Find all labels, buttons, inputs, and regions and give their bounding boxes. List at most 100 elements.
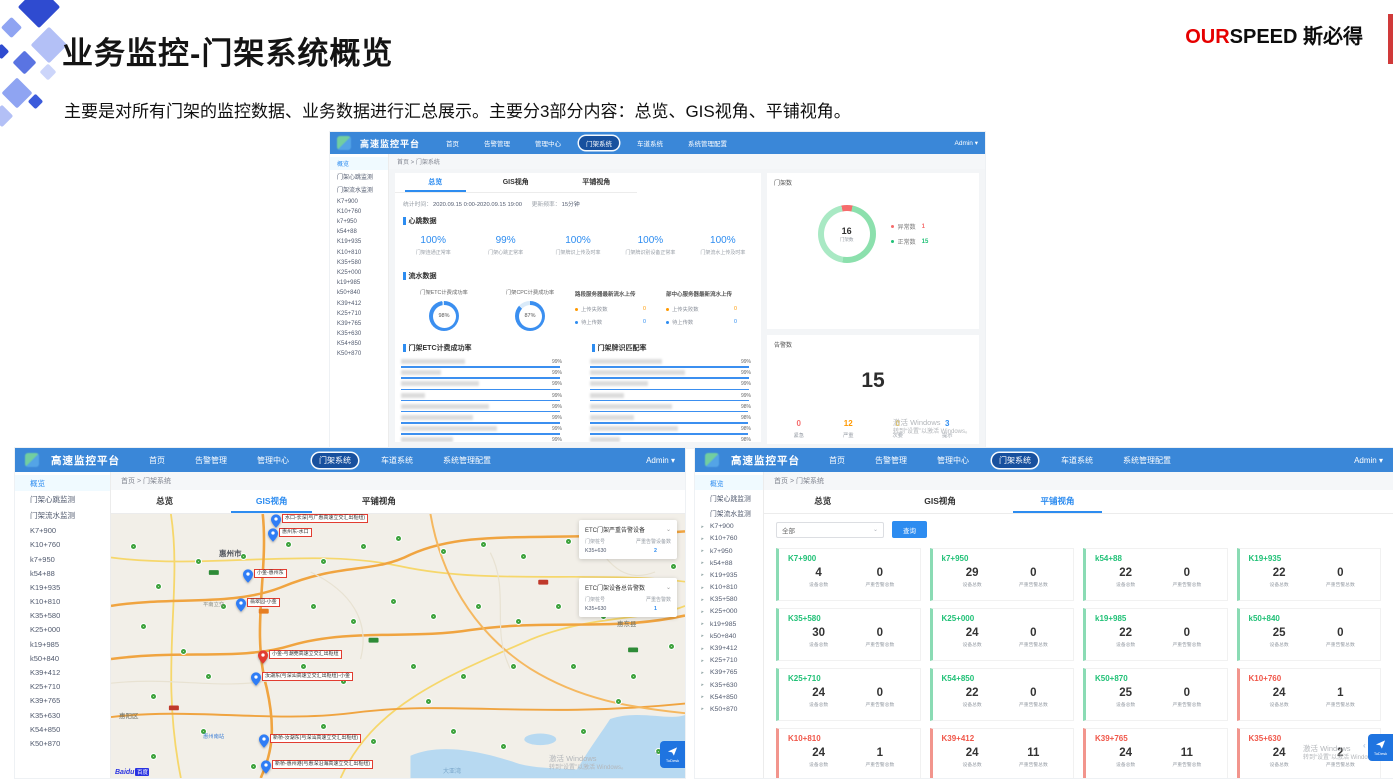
nav-item-门架系统[interactable]: 门架系统 (579, 136, 619, 150)
gantry-card-K10+760[interactable]: K10+76024设备总数1严重告警总数 (1237, 668, 1382, 721)
sidebar-item[interactable]: K35+580 (330, 258, 388, 268)
nav-item-系统管理配置[interactable]: 系统管理配置 (436, 453, 498, 468)
sidebar-item[interactable]: K54+850 (15, 722, 110, 736)
nav-item-系统管理配置[interactable]: 系统管理配置 (681, 136, 734, 150)
sidebar-item[interactable]: K25+710 (15, 680, 110, 694)
sidebar-item[interactable]: k54+88 (330, 227, 388, 237)
breadcrumb-home[interactable]: 首页 (774, 478, 788, 485)
gantry-pin-normal[interactable]: 惠州东-水口 (268, 528, 312, 542)
tab-平铺视角[interactable]: 平铺视角 (325, 490, 432, 513)
gantry-card-K39+765[interactable]: K39+76524设备总数11严重告警总数 (1083, 728, 1228, 778)
nav-item-管理中心[interactable]: 管理中心 (528, 136, 568, 150)
sidebar-item[interactable]: K25+710▸ (695, 655, 763, 667)
sidebar-item[interactable]: k19+985 (15, 637, 110, 651)
sidebar-item[interactable]: K19+935▸ (695, 569, 763, 581)
sidebar-item[interactable]: K10+810▸ (695, 582, 763, 594)
gantry-pin-normal[interactable]: 新桥-惠州港(与惠深沿海高速立交汇出枢纽) (261, 760, 373, 774)
sidebar-item[interactable]: K35+630▸ (695, 679, 763, 691)
gantry-card-K10+810[interactable]: K10+81024设备总数1严重告警总数 (776, 728, 921, 778)
gantry-card-K7+900[interactable]: K7+9004设备总数0严重告警总数 (776, 548, 921, 601)
sidebar-item[interactable]: k54+88 (15, 566, 110, 580)
sidebar-item[interactable]: K7+900 (15, 524, 110, 538)
admin-menu[interactable]: Admin ▾ (955, 139, 979, 147)
sidebar-item[interactable]: k7+950 (330, 217, 388, 227)
todesk-button[interactable]: ToDesk (660, 741, 685, 768)
gantry-pin-normal[interactable]: 小金-惠州东 (243, 569, 287, 583)
gantry-card-K25+000[interactable]: K25+00024设备总数0严重告警总数 (930, 608, 1075, 661)
chevron-down-icon[interactable]: ⌄ (666, 584, 671, 591)
sidebar-item[interactable]: K50+870 (330, 349, 388, 359)
sidebar-item[interactable]: k50+840 (330, 288, 388, 298)
nav-item-管理中心[interactable]: 管理中心 (250, 453, 296, 468)
nav-item-管理中心[interactable]: 管理中心 (930, 453, 976, 468)
gantry-card-K39+412[interactable]: K39+41224设备总数11严重告警总数 (930, 728, 1075, 778)
nav-item-车道系统[interactable]: 车道系统 (1054, 453, 1100, 468)
tab-平铺视角[interactable]: 平铺视角 (556, 173, 637, 192)
sidebar-item[interactable]: K10+760 (15, 538, 110, 552)
sidebar-item[interactable]: K54+850 (330, 339, 388, 349)
admin-menu[interactable]: Admin ▾ (1354, 456, 1383, 465)
gantry-card-k54+88[interactable]: k54+8822设备总数0严重告警总数 (1083, 548, 1228, 601)
gantry-card-K25+710[interactable]: K25+71024设备总数0严重告警总数 (776, 668, 921, 721)
tab-GIS视角[interactable]: GIS视角 (476, 173, 557, 192)
sidebar-item[interactable]: K39+412▸ (695, 642, 763, 654)
query-button[interactable]: 查询 (892, 521, 927, 538)
sidebar-item[interactable]: 门架流水监测 (15, 507, 110, 523)
sidebar-item[interactable]: 概览 (695, 475, 763, 490)
nav-item-告警管理[interactable]: 告警管理 (477, 136, 517, 150)
tab-GIS视角[interactable]: GIS视角 (881, 490, 998, 513)
gantry-card-K35+580[interactable]: K35+58030设备总数0严重告警总数 (776, 608, 921, 661)
sidebar-item[interactable]: K19+935 (330, 237, 388, 247)
sidebar-item[interactable]: K35+630 (15, 708, 110, 722)
sidebar-item[interactable]: k50+840 (15, 651, 110, 665)
sidebar-item[interactable]: K10+760 (330, 207, 388, 217)
nav-item-告警管理[interactable]: 告警管理 (188, 453, 234, 468)
nav-item-门架系统[interactable]: 门架系统 (312, 453, 358, 468)
sidebar-item[interactable]: k7+950▸ (695, 545, 763, 557)
gis-map-canvas[interactable]: 惠州市平南立交惠阳区惠州南站惠东县大亚湾 水口-长深(与广惠高速立交汇出枢纽)惠… (111, 514, 685, 778)
nav-item-告警管理[interactable]: 告警管理 (868, 453, 914, 468)
nav-item-车道系统[interactable]: 车道系统 (630, 136, 670, 150)
sidebar-item[interactable]: k19+985 (330, 278, 388, 288)
sidebar-item[interactable]: k7+950 (15, 552, 110, 566)
sidebar-item[interactable]: K54+850▸ (695, 691, 763, 703)
todesk-button[interactable]: ToDesk (1368, 734, 1393, 761)
gantry-pin-normal[interactable]: 汝湖东(与深汕高速立交汇出枢纽)-小金 (251, 672, 353, 686)
gantry-pin-normal[interactable]: 新桥-汝湖东(与深汕高速立交汇出枢纽) (259, 734, 361, 748)
sidebar-item[interactable]: K39+765▸ (695, 667, 763, 679)
gantry-pin-alert[interactable]: 小金-与潮莞高速立交汇出枢纽 (258, 650, 342, 664)
sidebar-item[interactable]: K39+765 (15, 694, 110, 708)
gantry-card-K54+850[interactable]: K54+85022设备总数0严重告警总数 (930, 668, 1075, 721)
sidebar-item[interactable]: 门架心跳监测 (15, 491, 110, 507)
nav-item-系统管理配置[interactable]: 系统管理配置 (1116, 453, 1178, 468)
sidebar-item[interactable]: k50+840▸ (695, 630, 763, 642)
sidebar-item[interactable]: 概览 (15, 475, 110, 491)
tab-总览[interactable]: 总览 (111, 490, 218, 513)
sidebar-item[interactable]: K7+900 (330, 197, 388, 207)
sidebar-item[interactable]: K10+810 (330, 248, 388, 258)
sidebar-item[interactable]: K50+870 (15, 736, 110, 750)
sidebar-item[interactable]: K35+580 (15, 609, 110, 623)
nav-item-首页[interactable]: 首页 (822, 453, 852, 468)
nav-item-首页[interactable]: 首页 (142, 453, 172, 468)
sidebar-item[interactable]: K19+935 (15, 580, 110, 594)
sidebar-item[interactable]: k19+985▸ (695, 618, 763, 630)
breadcrumb-home[interactable]: 首页 (397, 160, 409, 166)
nav-item-首页[interactable]: 首页 (439, 136, 466, 150)
gantry-card-K50+870[interactable]: K50+87025设备总数0严重告警总数 (1083, 668, 1228, 721)
tab-总览[interactable]: 总览 (764, 490, 881, 513)
sidebar-item[interactable]: K35+630 (330, 329, 388, 339)
tab-平铺视角[interactable]: 平铺视角 (999, 490, 1116, 513)
admin-menu[interactable]: Admin ▾ (646, 456, 675, 465)
sidebar-item[interactable]: 概览 (330, 157, 388, 170)
gantry-card-K19+935[interactable]: K19+93522设备总数0严重告警总数 (1237, 548, 1382, 601)
panel-data-row[interactable]: K35+6301 (585, 606, 671, 612)
tab-总览[interactable]: 总览 (395, 173, 476, 192)
chevron-down-icon[interactable]: ⌄ (666, 526, 671, 533)
sidebar-item[interactable]: K39+412 (15, 665, 110, 679)
gantry-card-k50+840[interactable]: k50+84025设备总数0严重告警总数 (1237, 608, 1382, 661)
sidebar-item[interactable]: 门架流水监测 (330, 183, 388, 196)
sidebar-item[interactable]: K50+870▸ (695, 703, 763, 715)
gantry-card-k7+950[interactable]: k7+95029设备总数0严重告警总数 (930, 548, 1075, 601)
gantry-card-k19+985[interactable]: k19+98522设备总数0严重告警总数 (1083, 608, 1228, 661)
